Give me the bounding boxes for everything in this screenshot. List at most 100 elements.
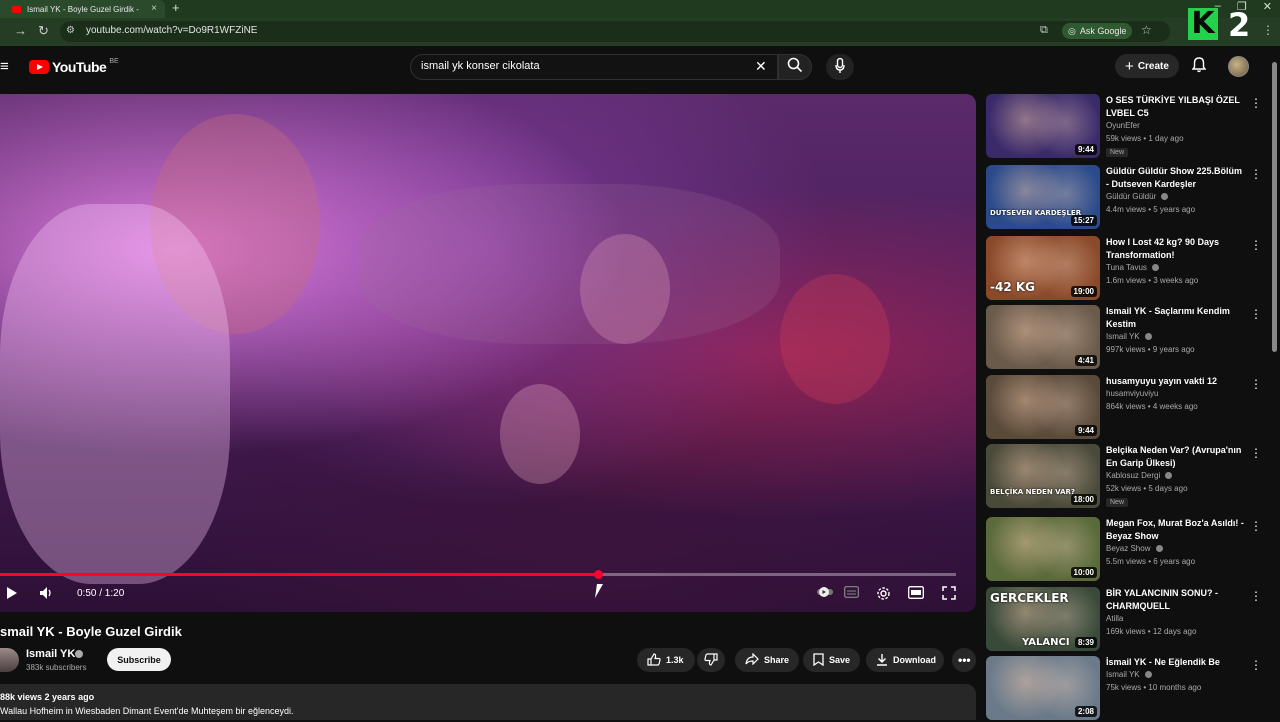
more-vertical-icon[interactable]: ⋮ <box>1250 377 1262 391</box>
recommendation-title[interactable]: Megan Fox, Murat Boz'a Asıldı! - Beyaz S… <box>1106 517 1244 543</box>
view-stats: 88k views 2 years ago <box>0 692 95 702</box>
video-thumbnail[interactable]: DUTSEVEN KARDEŞLER 15:27 <box>986 165 1100 229</box>
recommendation-title[interactable]: BİR YALANCININ SONU? - CHARMQUELL <box>1106 587 1244 613</box>
search-query[interactable]: ismail yk konser cikolata <box>421 60 540 72</box>
subscriber-count: 383k subscribers <box>26 663 87 672</box>
more-vertical-icon[interactable]: ⋮ <box>1250 519 1262 533</box>
video-thumbnail[interactable]: GERCEKLER YALANCI 8:39 <box>986 587 1100 651</box>
recommendation-title[interactable]: Ismail YK - Saçlarımı Kendim Kestim <box>1106 305 1244 331</box>
play-icon[interactable] <box>6 586 18 603</box>
recommendation-channel[interactable]: Güldür Güldür <box>1106 192 1169 201</box>
recommendation-title[interactable]: Güldür Güldür Show 225.Bölüm - Dutseven … <box>1106 165 1244 191</box>
recommendation-item[interactable]: -42 KG 19:00 How I Lost 42 kg? 90 Days T… <box>986 236 1262 302</box>
save-button[interactable]: Save <box>803 648 860 672</box>
chrome-menu-icon[interactable]: ⋮ <box>1262 23 1274 37</box>
recommendation-channel[interactable]: Ismail YK <box>1106 332 1152 341</box>
video-duration: 18:00 <box>1070 494 1097 505</box>
more-vertical-icon[interactable]: ⋮ <box>1250 446 1262 460</box>
recommendation-item[interactable]: 4:41 Ismail YK - Saçlarımı Kendim Kestim… <box>986 305 1262 371</box>
recommendation-title[interactable]: İsmail YK - Ne Eğlendik Be <box>1106 656 1244 669</box>
more-vertical-icon[interactable]: ⋮ <box>1250 238 1262 252</box>
video-thumbnail[interactable]: 4:41 <box>986 305 1100 369</box>
recommendation-title[interactable]: How I Lost 42 kg? 90 Days Transformation… <box>1106 236 1244 262</box>
more-vertical-icon[interactable]: ⋮ <box>1250 96 1262 110</box>
more-vertical-icon[interactable]: ⋮ <box>1250 658 1262 672</box>
site-info-icon[interactable]: ⚙ <box>66 25 75 36</box>
video-thumbnail[interactable]: 10:00 <box>986 517 1100 581</box>
download-button[interactable]: Download <box>866 648 944 672</box>
recommendation-item[interactable]: BELÇİKA NEDEN VAR? 18:00 Belçika Neden V… <box>986 444 1262 510</box>
notifications-bell-icon[interactable] <box>1191 57 1207 76</box>
recommendation-channel[interactable]: Atilla <box>1106 614 1123 623</box>
recommendation-item[interactable]: 2:08 İsmail YK - Ne Eğlendik Be Ismail Y… <box>986 656 1262 722</box>
recommendation-meta: 75k views • 10 months ago <box>1106 683 1202 692</box>
progress-scrubber[interactable] <box>593 570 603 579</box>
more-vertical-icon[interactable]: ⋮ <box>1250 167 1262 181</box>
channel-name[interactable]: Ismail YK <box>26 648 75 660</box>
video-thumbnail[interactable]: 9:44 <box>986 375 1100 439</box>
recommendation-meta: 864k views • 4 weeks ago <box>1106 402 1198 411</box>
volume-icon[interactable] <box>39 586 53 603</box>
recommendation-item[interactable]: 9:44 husamyuyu yayın vakti 12 husamviyuv… <box>986 375 1262 441</box>
recommendation-title[interactable]: husamyuyu yayın vakti 12 <box>1106 375 1244 388</box>
recommendation-item[interactable]: GERCEKLER YALANCI 8:39 BİR YALANCININ SON… <box>986 587 1262 653</box>
plus-icon: + <box>1125 57 1134 75</box>
video-thumbnail[interactable]: 2:08 <box>986 656 1100 720</box>
youtube-wordmark: YouTube <box>52 59 107 75</box>
recommendation-meta: 1.6m views • 3 weeks ago <box>1106 276 1199 285</box>
account-avatar[interactable] <box>1228 56 1249 77</box>
tab-close-icon[interactable]: × <box>151 3 157 14</box>
more-vertical-icon[interactable]: ⋮ <box>1250 307 1262 321</box>
channel-avatar[interactable] <box>0 648 19 672</box>
new-badge: New <box>1106 498 1129 507</box>
subtitles-icon[interactable] <box>844 586 859 601</box>
video-thumbnail[interactable]: -42 KG 19:00 <box>986 236 1100 300</box>
browser-tab-strip <box>0 0 1280 18</box>
install-app-icon[interactable]: ⧉ <box>1040 24 1048 37</box>
more-vertical-icon[interactable]: ⋮ <box>1250 589 1262 603</box>
bookmark-star-icon[interactable]: ☆ <box>1141 23 1152 37</box>
forward-icon[interactable]: → <box>14 23 27 38</box>
reload-icon[interactable]: ↻ <box>38 23 49 39</box>
url-text[interactable]: youtube.com/watch?v=Do9R1WFZiNE <box>86 25 257 36</box>
browser-tab[interactable]: Ismail YK - Boyle Guzel Girdik - × <box>0 0 165 18</box>
dislike-button[interactable] <box>697 648 725 672</box>
like-button[interactable]: 1.3k <box>637 648 695 672</box>
verified-icon <box>1161 193 1169 201</box>
settings-gear-icon[interactable] <box>876 586 891 604</box>
recommendation-channel[interactable]: OyunEfer <box>1106 121 1140 130</box>
ask-google-button[interactable]: ◎ Ask Google <box>1062 23 1133 39</box>
recommendation-item[interactable]: 9:44 O SES TÜRKİYE YILBAŞI ÖZEL LVBEL C5… <box>986 94 1262 160</box>
new-badge: New <box>1106 148 1129 157</box>
video-thumbnail[interactable]: BELÇİKA NEDEN VAR? 18:00 <box>986 444 1100 508</box>
youtube-logo[interactable]: YouTube BE <box>29 58 119 75</box>
autoplay-toggle[interactable] <box>816 586 834 601</box>
recommendation-title[interactable]: Belçika Neden Var? (Avrupa'nın En Garip … <box>1106 444 1244 470</box>
video-thumbnail[interactable]: 9:44 <box>986 94 1100 158</box>
video-player[interactable] <box>0 94 976 612</box>
create-button[interactable]: + Create <box>1115 54 1179 78</box>
recommendation-channel[interactable]: husamviyuviyu <box>1106 389 1158 398</box>
search-icon[interactable] <box>787 57 803 76</box>
clear-search-icon[interactable]: ✕ <box>755 58 767 75</box>
new-tab-button[interactable]: + <box>172 0 180 15</box>
recommendation-channel[interactable]: Ismail YK <box>1106 670 1152 679</box>
mic-icon[interactable] <box>835 57 845 77</box>
verified-icon <box>1152 264 1160 272</box>
recommendation-channel[interactable]: Kablosuz Dergi <box>1106 471 1173 480</box>
recommendation-title[interactable]: O SES TÜRKİYE YILBAŞI ÖZEL LVBEL C5 <box>1106 94 1244 120</box>
fullscreen-icon[interactable] <box>942 586 956 603</box>
menu-icon[interactable]: ≡ <box>0 58 9 75</box>
recommendation-channel[interactable]: Tuna Tavus <box>1106 263 1160 272</box>
page-scrollbar[interactable] <box>1272 62 1277 352</box>
subscribe-button[interactable]: Subscribe <box>107 648 171 671</box>
time-display: 0:50 / 1:20 <box>77 588 125 599</box>
more-actions-button[interactable]: ••• <box>952 648 976 672</box>
description-text: Wallau Hofheim in Wiesbaden Dimant Event… <box>0 706 294 716</box>
recommendation-item[interactable]: 10:00 Megan Fox, Murat Boz'a Asıldı! - B… <box>986 517 1262 583</box>
miniplayer-icon[interactable] <box>908 586 924 602</box>
recommendation-item[interactable]: DUTSEVEN KARDEŞLER 15:27 Güldür Güldür S… <box>986 165 1262 231</box>
share-button[interactable]: Share <box>735 648 799 672</box>
video-duration: 10:00 <box>1070 567 1097 578</box>
recommendation-channel[interactable]: Beyaz Show <box>1106 544 1163 553</box>
